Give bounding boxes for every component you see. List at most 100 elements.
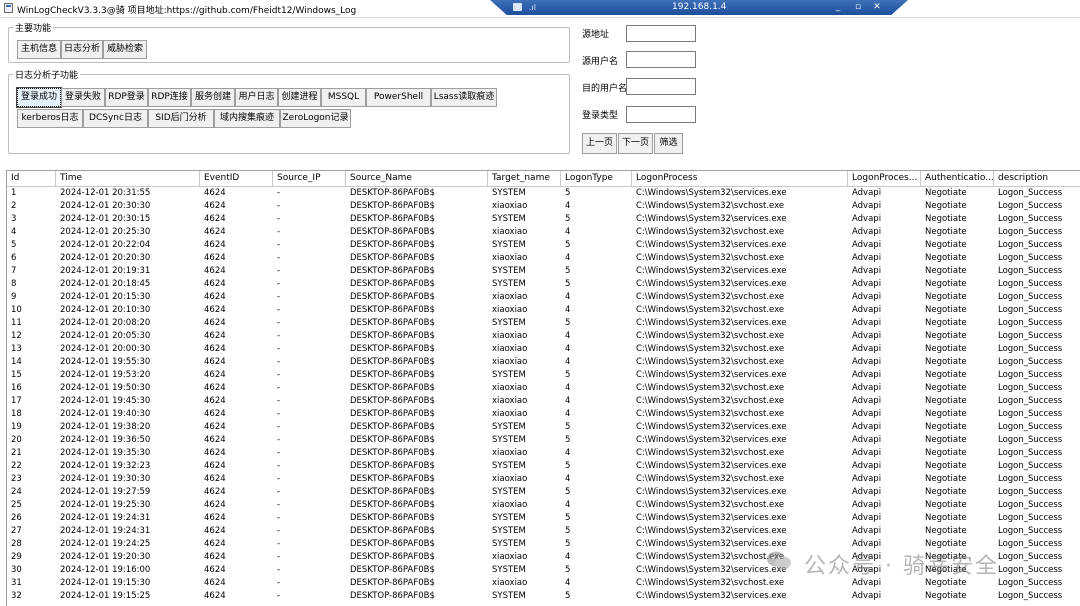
log-analysis-button[interactable]: 日志分析 <box>61 40 103 59</box>
service-create-button[interactable]: 服务创建 <box>191 88 235 107</box>
sid-backdoor-button[interactable]: SID后门分析 <box>148 109 214 128</box>
col-id-header[interactable]: Id <box>7 171 56 186</box>
rdp-connect-button[interactable]: RDP连接 <box>148 88 191 107</box>
col-time-cell: 2024-12-01 19:36:50 <box>60 435 151 445</box>
table-row[interactable]: 28 2024-12-01 19:24:25 4624 - DESKTOP-86PAF0… <box>7 538 1080 551</box>
col-logon-process-name-header[interactable]: LogonProces... <box>848 171 921 186</box>
col-source-ip-cell: - <box>277 409 281 419</box>
table-row[interactable]: 25 2024-12-01 19:25:30 4624 - DESKTOP-86PAF0… <box>7 499 1080 512</box>
filter-button[interactable]: 筛选 <box>654 133 683 154</box>
table-row[interactable]: 16 2024-12-01 19:50:30 4624 - DESKTOP-86PAF0… <box>7 382 1080 395</box>
table-row[interactable]: 19 2024-12-01 19:38:20 4624 - DESKTOP-86PAF0… <box>7 421 1080 434</box>
table-row[interactable]: 20 2024-12-01 19:36:50 4624 - DESKTOP-86PAF0… <box>7 434 1080 447</box>
col-source-name-header[interactable]: Source_Name <box>346 171 488 186</box>
col-eventid-cell: 4624 <box>204 214 226 224</box>
source-user-input[interactable] <box>626 51 696 68</box>
col-logon-type-cell: 4 <box>565 383 571 393</box>
logon-type-input[interactable] <box>626 106 696 123</box>
next-page-button[interactable]: 下一页 <box>618 133 653 154</box>
col-source-name-cell: DESKTOP-86PAF0B$ <box>350 487 435 497</box>
table-row[interactable]: 13 2024-12-01 20:00:30 4624 - DESKTOP-86PAF0… <box>7 343 1080 356</box>
powershell-button[interactable]: PowerShell <box>366 88 431 107</box>
prev-page-button[interactable]: 上一页 <box>582 133 617 154</box>
lsass-read-button[interactable]: Lsass读取痕迹 <box>431 88 497 107</box>
table-row[interactable]: 32 2024-12-01 19:15:25 4624 - DESKTOP-86PAF0… <box>7 590 1080 603</box>
process-create-button[interactable]: 创建进程 <box>278 88 321 107</box>
lock-icon[interactable] <box>513 3 522 11</box>
col-description-header[interactable]: description <box>994 171 1080 186</box>
domain-recon-button[interactable]: 域内搜集痕迹 <box>214 109 280 128</box>
col-description-cell: Logon_Success <box>998 240 1063 250</box>
col-eventid-cell: 4624 <box>204 448 226 458</box>
logon-success-button[interactable]: 登录成功 <box>16 87 62 108</box>
rdp-host-ip: 192.168.1.4 <box>672 2 727 12</box>
col-id-cell: 22 <box>11 461 22 471</box>
col-id-cell: 2 <box>11 201 17 211</box>
col-time-cell: 2024-12-01 19:30:30 <box>60 474 151 484</box>
table-row[interactable]: 7 2024-12-01 20:19:31 4624 - DESKTOP-86PAF0B… <box>7 265 1080 278</box>
col-logon-process-cell: C:\Windows\System32\services.exe <box>636 487 787 497</box>
col-authentication-cell: Negotiate <box>925 383 967 393</box>
restore-icon[interactable]: ▫ <box>852 1 864 13</box>
col-logon-type-cell: 4 <box>565 344 571 354</box>
user-log-button[interactable]: 用户日志 <box>235 88 278 107</box>
col-time-header[interactable]: Time <box>56 171 200 186</box>
col-source-ip-cell: - <box>277 279 281 289</box>
table-row[interactable]: 21 2024-12-01 19:35:30 4624 - DESKTOP-86PAF0… <box>7 447 1080 460</box>
col-authentication-header[interactable]: Authenticatio... <box>921 171 994 186</box>
table-row[interactable]: 11 2024-12-01 20:08:20 4624 - DESKTOP-86PAF0… <box>7 317 1080 330</box>
table-row[interactable]: 6 2024-12-01 20:20:30 4624 - DESKTOP-86PAF0B… <box>7 252 1080 265</box>
col-source-ip-cell: - <box>277 422 281 432</box>
col-source-ip-header[interactable]: Source_IP <box>273 171 346 186</box>
col-eventid-cell: 4624 <box>204 201 226 211</box>
mssql-button[interactable]: MSSQL <box>321 88 366 107</box>
col-eventid-cell: 4624 <box>204 591 226 601</box>
table-row[interactable]: 27 2024-12-01 19:24:31 4624 - DESKTOP-86PAF0… <box>7 525 1080 538</box>
table-row[interactable]: 12 2024-12-01 20:05:30 4624 - DESKTOP-86PAF0… <box>7 330 1080 343</box>
table-row[interactable]: 3 2024-12-01 20:30:15 4624 - DESKTOP-86PAF0B… <box>7 213 1080 226</box>
table-row[interactable]: 17 2024-12-01 19:45:30 4624 - DESKTOP-86PAF0… <box>7 395 1080 408</box>
col-source-name-cell: DESKTOP-86PAF0B$ <box>350 565 435 575</box>
table-row[interactable]: 18 2024-12-01 19:40:30 4624 - DESKTOP-86PAF0… <box>7 408 1080 421</box>
logon-failure-button[interactable]: 登录失败 <box>61 88 105 107</box>
table-row[interactable]: 31 2024-12-01 19:15:30 4624 - DESKTOP-86PAF0… <box>7 577 1080 590</box>
col-logon-process-header[interactable]: LogonProcess <box>632 171 848 186</box>
source-addr-input[interactable] <box>626 25 696 42</box>
log-table[interactable]: Id Time EventID Source_IP Source_Name Target_… <box>6 170 1080 606</box>
table-row[interactable]: 14 2024-12-01 19:55:30 4624 - DESKTOP-86PAF0… <box>7 356 1080 369</box>
table-row[interactable]: 5 2024-12-01 20:22:04 4624 - DESKTOP-86PAF0B… <box>7 239 1080 252</box>
col-id-cell: 10 <box>11 305 22 315</box>
table-row[interactable]: 1 2024-12-01 20:31:55 4624 - DESKTOP-86PAF0B… <box>7 187 1080 200</box>
col-eventid-header[interactable]: EventID <box>200 171 273 186</box>
table-row[interactable]: 24 2024-12-01 19:27:59 4624 - DESKTOP-86PAF0… <box>7 486 1080 499</box>
col-eventid-cell: 4624 <box>204 422 226 432</box>
table-row[interactable]: 29 2024-12-01 19:20:30 4624 - DESKTOP-86PAF0… <box>7 551 1080 564</box>
table-row[interactable]: 30 2024-12-01 19:16:00 4624 - DESKTOP-86PAF0… <box>7 564 1080 577</box>
table-row[interactable]: 4 2024-12-01 20:25:30 4624 - DESKTOP-86PAF0B… <box>7 226 1080 239</box>
table-row[interactable]: 10 2024-12-01 20:10:30 4624 - DESKTOP-86PAF0… <box>7 304 1080 317</box>
table-row[interactable]: 15 2024-12-01 19:53:20 4624 - DESKTOP-86PAF0… <box>7 369 1080 382</box>
table-row[interactable]: 8 2024-12-01 20:18:45 4624 - DESKTOP-86PAF0B… <box>7 278 1080 291</box>
target-user-input[interactable] <box>626 78 696 95</box>
col-logon-type-cell: 5 <box>565 214 571 224</box>
col-eventid-cell: 4624 <box>204 383 226 393</box>
col-target-name-cell: xiaoxiao <box>492 578 528 588</box>
host-info-button[interactable]: 主机信息 <box>17 40 61 59</box>
col-eventid-cell: 4624 <box>204 344 226 354</box>
table-row[interactable]: 26 2024-12-01 19:24:31 4624 - DESKTOP-86PAF0… <box>7 512 1080 525</box>
dcsync-log-button[interactable]: DCSync日志 <box>83 109 148 128</box>
table-row[interactable]: 2 2024-12-01 20:30:30 4624 - DESKTOP-86PAF0B… <box>7 200 1080 213</box>
table-row[interactable]: 9 2024-12-01 20:15:30 4624 - DESKTOP-86PAF0B… <box>7 291 1080 304</box>
close-icon[interactable]: ✕ <box>871 1 883 13</box>
kerberos-log-button[interactable]: kerberos日志 <box>17 109 83 128</box>
col-logon-type-header[interactable]: LogonType <box>561 171 632 186</box>
col-target-name-header[interactable]: Target_name <box>488 171 561 186</box>
rdp-logon-button[interactable]: RDP登录 <box>105 88 148 107</box>
col-logon-process-cell: C:\Windows\System32\svchost.exe <box>636 396 785 406</box>
table-row[interactable]: 23 2024-12-01 19:30:30 4624 - DESKTOP-86PAF0… <box>7 473 1080 486</box>
minimize-icon[interactable]: _ <box>832 1 844 13</box>
col-authentication-cell: Negotiate <box>925 188 967 198</box>
table-row[interactable]: 22 2024-12-01 19:32:23 4624 - DESKTOP-86PAF0… <box>7 460 1080 473</box>
zerologon-button[interactable]: ZeroLogon记录 <box>280 109 351 128</box>
threat-search-button[interactable]: 威胁检索 <box>103 40 147 59</box>
